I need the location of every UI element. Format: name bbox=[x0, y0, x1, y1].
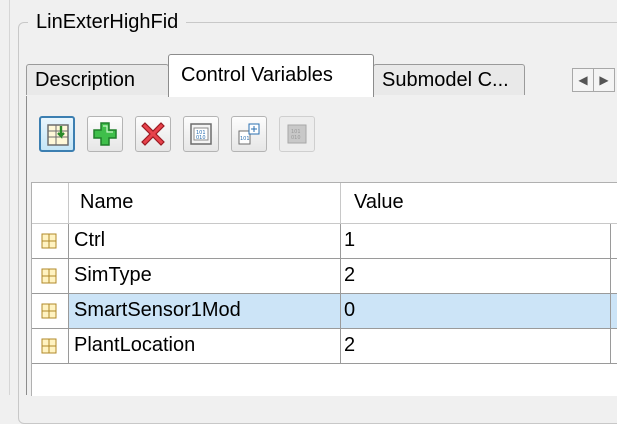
plus-icon bbox=[93, 122, 117, 146]
expand-grid-icon bbox=[41, 303, 57, 319]
table-row[interactable]: SimType 2 bbox=[32, 259, 617, 294]
add-variable-button[interactable] bbox=[87, 116, 123, 152]
variable-list-button[interactable]: 101 010 bbox=[183, 116, 219, 152]
row-name: Ctrl bbox=[74, 229, 106, 251]
row-value[interactable]: 1 bbox=[344, 229, 355, 252]
import-variables-button[interactable] bbox=[39, 116, 75, 152]
cell-divider bbox=[610, 259, 611, 293]
list-values-icon: 101 010 bbox=[190, 123, 212, 145]
column-header-value[interactable]: Value bbox=[354, 191, 404, 214]
svg-text:010: 010 bbox=[196, 135, 206, 141]
import-icon bbox=[47, 124, 69, 146]
expand-row-button[interactable] bbox=[32, 259, 69, 293]
expand-grid-icon bbox=[41, 268, 57, 284]
export-variables-button[interactable]: 101 010 bbox=[279, 116, 315, 152]
header-corner bbox=[32, 183, 69, 223]
cell-divider bbox=[340, 259, 341, 293]
cell-divider bbox=[610, 224, 611, 258]
tab-description[interactable]: Description bbox=[26, 64, 169, 95]
table-header: Name Value bbox=[32, 183, 617, 224]
delete-x-icon bbox=[141, 122, 165, 146]
table-row-selected[interactable]: SmartSensor1Mod 0 bbox=[32, 294, 617, 329]
row-value[interactable]: 2 bbox=[344, 334, 355, 357]
left-panel-border bbox=[9, 0, 10, 395]
export-icon: 101 010 bbox=[287, 124, 307, 144]
cell-divider bbox=[610, 329, 611, 363]
tab-bar: Description Control Variables Submodel C… bbox=[26, 52, 617, 97]
cell-divider bbox=[340, 329, 341, 363]
expand-row-button[interactable] bbox=[32, 294, 69, 328]
delete-variable-button[interactable] bbox=[135, 116, 171, 152]
tab-label: Description bbox=[35, 69, 136, 91]
scroll-right-icon[interactable]: ▶ bbox=[593, 68, 615, 92]
cell-divider bbox=[340, 224, 341, 258]
expand-row-button[interactable] bbox=[32, 224, 69, 258]
expand-structure-button[interactable]: 101 bbox=[231, 116, 267, 152]
structure-icon: 101 bbox=[238, 123, 260, 145]
expand-grid-icon bbox=[41, 233, 57, 249]
expand-grid-icon bbox=[41, 338, 57, 354]
row-value[interactable]: 2 bbox=[344, 264, 355, 287]
table-row[interactable]: Ctrl 1 bbox=[32, 224, 617, 259]
row-name: SimType bbox=[74, 264, 152, 286]
tab-submodel[interactable]: Submodel C... bbox=[373, 64, 525, 95]
svg-text:101: 101 bbox=[240, 136, 250, 142]
variables-table: Name Value Ctrl 1 SimType 2 SmartSensor1… bbox=[31, 182, 617, 396]
scroll-left-icon[interactable]: ◀ bbox=[572, 68, 594, 92]
row-name: SmartSensor1Mod bbox=[74, 299, 241, 321]
row-value[interactable]: 0 bbox=[344, 299, 355, 322]
tab-label: Submodel C... bbox=[382, 69, 509, 91]
group-title: LinExterHighFid bbox=[28, 8, 187, 36]
expand-row-button[interactable] bbox=[32, 329, 69, 363]
row-name: PlantLocation bbox=[74, 334, 196, 356]
column-header-name[interactable]: Name bbox=[80, 191, 133, 214]
svg-text:010: 010 bbox=[291, 135, 301, 141]
tab-label: Control Variables bbox=[181, 64, 333, 86]
table-row[interactable]: PlantLocation 2 bbox=[32, 329, 617, 364]
cell-divider bbox=[610, 294, 611, 328]
tab-content: 101 010 101 101 010 Name Value Ctrl 1 Si… bbox=[26, 96, 617, 396]
column-divider[interactable] bbox=[340, 183, 341, 223]
cell-divider bbox=[340, 294, 341, 328]
tab-control-variables[interactable]: Control Variables bbox=[168, 54, 374, 97]
